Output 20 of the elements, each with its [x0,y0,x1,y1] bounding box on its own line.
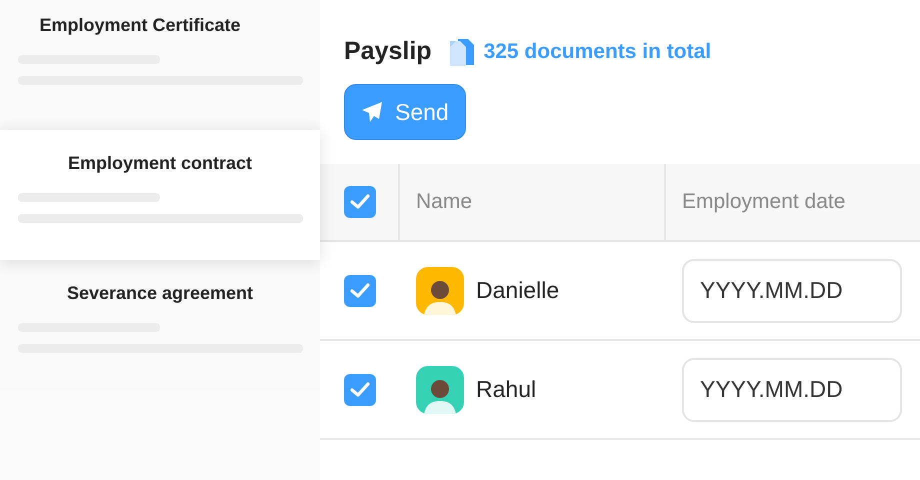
checkbox[interactable] [344,274,376,306]
employee-name: Danielle [476,276,560,306]
page-title: Payslip [344,36,432,68]
document-title: Severance agreement [66,282,254,305]
checkbox[interactable] [344,186,376,218]
employee-name: Rahul [476,375,536,404]
date-field[interactable]: YYYY.MM.DD [682,258,902,322]
document-count: 325 documents in total [484,39,712,66]
checkmark-icon [350,194,370,210]
date-field[interactable]: YYYY.MM.DD [682,358,902,422]
column-header: Name [416,189,472,216]
checkbox[interactable] [344,374,376,406]
column-header: Employment date [682,189,846,216]
document-title: Employment contract [66,152,254,175]
document-card[interactable]: Employment contract [0,130,320,260]
document-title: Employment Certificate [38,14,242,37]
document-icon [448,37,476,67]
checkmark-icon [350,282,370,298]
paper-plane-icon [361,101,383,123]
checkmark-icon [350,382,370,398]
